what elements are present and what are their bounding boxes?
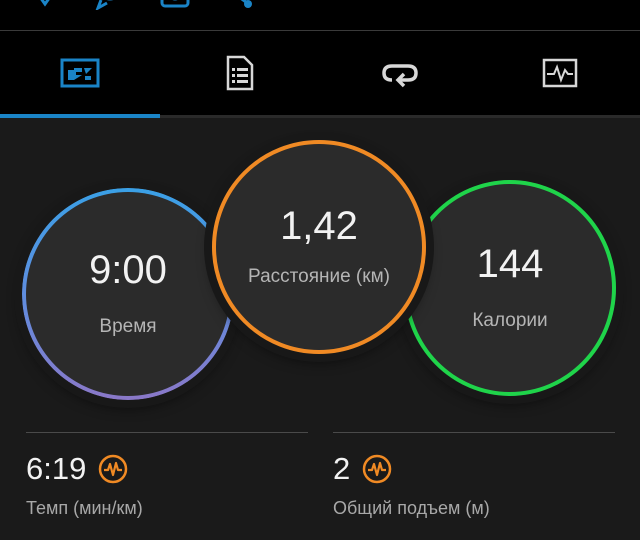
active-tab-indicator (0, 114, 160, 118)
time-value: 9:00 (89, 248, 167, 292)
pulse-icon[interactable] (362, 454, 392, 484)
tab-bar (0, 31, 640, 115)
calories-label: Калории (472, 310, 548, 331)
time-label: Время (99, 316, 157, 337)
share-icon[interactable] (226, 0, 256, 10)
comment-icon[interactable] (95, 0, 125, 10)
distance-value: 1,42 (280, 204, 358, 248)
divider (26, 432, 308, 433)
distance-circle[interactable]: 1,42 Расстояние (км) (212, 140, 426, 354)
action-bar (0, 0, 640, 30)
camera-icon[interactable] (160, 0, 190, 10)
tab-laps[interactable] (320, 31, 480, 115)
heart-icon[interactable] (30, 0, 60, 10)
ascent-stat: 2 Общий подъем (м) (333, 432, 615, 519)
repeat-laps-icon (382, 64, 418, 88)
time-circle[interactable]: 9:00 Время (22, 188, 234, 400)
ascent-label: Общий подъем (м) (333, 498, 490, 518)
summary-chart-icon (60, 58, 100, 88)
calories-value: 144 (476, 242, 544, 286)
activity-summary-screen: 9:00 Время 144 Калории 1,42 Расстояние (… (0, 0, 640, 540)
tab-summary[interactable] (0, 31, 160, 115)
tab-details[interactable] (160, 31, 320, 115)
tab-charts[interactable] (480, 31, 640, 115)
activity-graph-icon (542, 58, 578, 88)
pace-stat: 6:19 Темп (мин/км) (26, 432, 308, 519)
divider (333, 432, 615, 433)
pace-value: 6:19 (26, 451, 87, 486)
pace-label: Темп (мин/км) (26, 498, 143, 518)
distance-label: Расстояние (км) (248, 266, 390, 287)
calories-circle[interactable]: 144 Калории (404, 180, 616, 396)
pulse-icon[interactable] (98, 454, 128, 484)
document-list-icon (226, 55, 254, 91)
ascent-value: 2 (333, 451, 351, 486)
